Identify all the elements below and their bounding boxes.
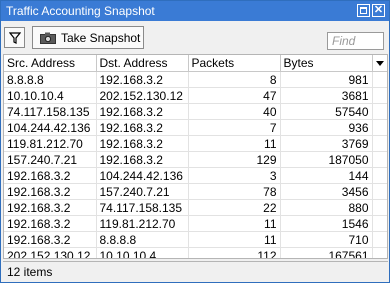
cell-src: 192.168.3.2: [4, 199, 97, 216]
cell-dst: 104.244.42.136: [96, 167, 189, 184]
cell-dst: 10.10.10.4: [96, 247, 189, 258]
table-row[interactable]: 192.168.3.2 74.117.158.135 22 880: [4, 199, 387, 216]
cell-packets: 3: [188, 167, 281, 184]
table-row[interactable]: 8.8.8.8 192.168.3.2 8 981: [4, 71, 387, 88]
cell-bytes: 3456: [280, 183, 373, 200]
column-header-bytes[interactable]: Bytes: [280, 55, 373, 72]
cell-packets: 112: [188, 247, 281, 258]
maximize-icon[interactable]: [357, 4, 370, 17]
take-snapshot-label: Take Snapshot: [61, 31, 141, 45]
traffic-accounting-window: Traffic Accounting Snapshot ✕ Take Snaps…: [0, 0, 390, 283]
traffic-table: Src. Address Dst. Address Packets Bytes …: [3, 54, 388, 259]
table-header-row: Src. Address Dst. Address Packets Bytes: [4, 55, 387, 72]
column-header-dst[interactable]: Dst. Address: [96, 55, 189, 72]
table-row[interactable]: 192.168.3.2 119.81.212.70 11 1546: [4, 215, 387, 232]
cell-packets: 7: [188, 119, 281, 136]
cell-packets: 129: [188, 151, 281, 168]
cell-packets: 8: [188, 71, 281, 88]
cell-bytes: 3681: [280, 87, 373, 104]
table-row[interactable]: 192.168.3.2 8.8.8.8 11 710: [4, 231, 387, 248]
table-row[interactable]: 74.117.158.135 192.168.3.2 40 57540: [4, 103, 387, 120]
cell-bytes: 1546: [280, 215, 373, 232]
cell-src: 192.168.3.2: [4, 215, 97, 232]
toolbar: Take Snapshot: [1, 23, 389, 53]
window-title: Traffic Accounting Snapshot: [6, 4, 155, 18]
cell-dst: 192.168.3.2: [96, 71, 189, 88]
cell-dst: 119.81.212.70: [96, 215, 189, 232]
table-row[interactable]: 192.168.3.2 157.240.7.21 78 3456: [4, 183, 387, 200]
cell-src: 74.117.158.135: [4, 103, 97, 120]
table-row[interactable]: 10.10.10.4 202.152.130.12 47 3681: [4, 87, 387, 104]
cell-dst: 74.117.158.135: [96, 199, 189, 216]
close-icon[interactable]: ✕: [372, 4, 385, 17]
cell-src: 202.152.130.12: [4, 247, 97, 258]
cell-bytes: 3769: [280, 135, 373, 152]
chevron-down-icon: [375, 61, 384, 66]
cell-packets: 40: [188, 103, 281, 120]
filter-button[interactable]: [4, 27, 25, 48]
column-menu-dropdown[interactable]: [372, 55, 387, 72]
cell-bytes: 57540: [280, 103, 373, 120]
cell-bytes: 981: [280, 71, 373, 88]
cell-packets: 78: [188, 183, 281, 200]
cell-packets: 47: [188, 87, 281, 104]
table-row[interactable]: 202.152.130.12 10.10.10.4 112 167561: [4, 247, 387, 258]
camera-icon: [40, 32, 56, 44]
cell-bytes: 144: [280, 167, 373, 184]
cell-src: 157.240.7.21: [4, 151, 97, 168]
filter-icon: [9, 32, 21, 44]
table-row[interactable]: 104.244.42.136 192.168.3.2 7 936: [4, 119, 387, 136]
take-snapshot-button[interactable]: Take Snapshot: [32, 26, 144, 49]
cell-bytes: 880: [280, 199, 373, 216]
cell-packets: 22: [188, 199, 281, 216]
table-row[interactable]: 119.81.212.70 192.168.3.2 11 3769: [4, 135, 387, 152]
cell-dst: 192.168.3.2: [96, 103, 189, 120]
column-header-packets[interactable]: Packets: [188, 55, 281, 72]
cell-src: 119.81.212.70: [4, 135, 97, 152]
cell-src: 192.168.3.2: [4, 231, 97, 248]
cell-src: 8.8.8.8: [4, 71, 97, 88]
cell-bytes: 167561: [280, 247, 373, 258]
cell-packets: 11: [188, 135, 281, 152]
table-row[interactable]: 157.240.7.21 192.168.3.2 129 187050: [4, 151, 387, 168]
cell-src: 192.168.3.2: [4, 167, 97, 184]
status-bar: 12 items: [3, 261, 388, 282]
cell-src: 192.168.3.2: [4, 183, 97, 200]
column-header-src[interactable]: Src. Address: [4, 55, 97, 72]
find-input[interactable]: [327, 32, 384, 50]
cell-dst: 192.168.3.2: [96, 135, 189, 152]
cell-src: 10.10.10.4: [4, 87, 97, 104]
cell-dst: 8.8.8.8: [96, 231, 189, 248]
cell-packets: 11: [188, 215, 281, 232]
cell-src: 104.244.42.136: [4, 119, 97, 136]
cell-bytes: 187050: [280, 151, 373, 168]
item-count: 12 items: [7, 265, 53, 279]
cell-dst: 202.152.130.12: [96, 87, 189, 104]
cell-bytes: 936: [280, 119, 373, 136]
cell-dst: 157.240.7.21: [96, 183, 189, 200]
cell-packets: 11: [188, 231, 281, 248]
cell-bytes: 710: [280, 231, 373, 248]
cell-dst: 192.168.3.2: [96, 151, 189, 168]
title-bar[interactable]: Traffic Accounting Snapshot ✕: [1, 1, 389, 21]
cell-dst: 192.168.3.2: [96, 119, 189, 136]
table-row[interactable]: 192.168.3.2 104.244.42.136 3 144: [4, 167, 387, 184]
